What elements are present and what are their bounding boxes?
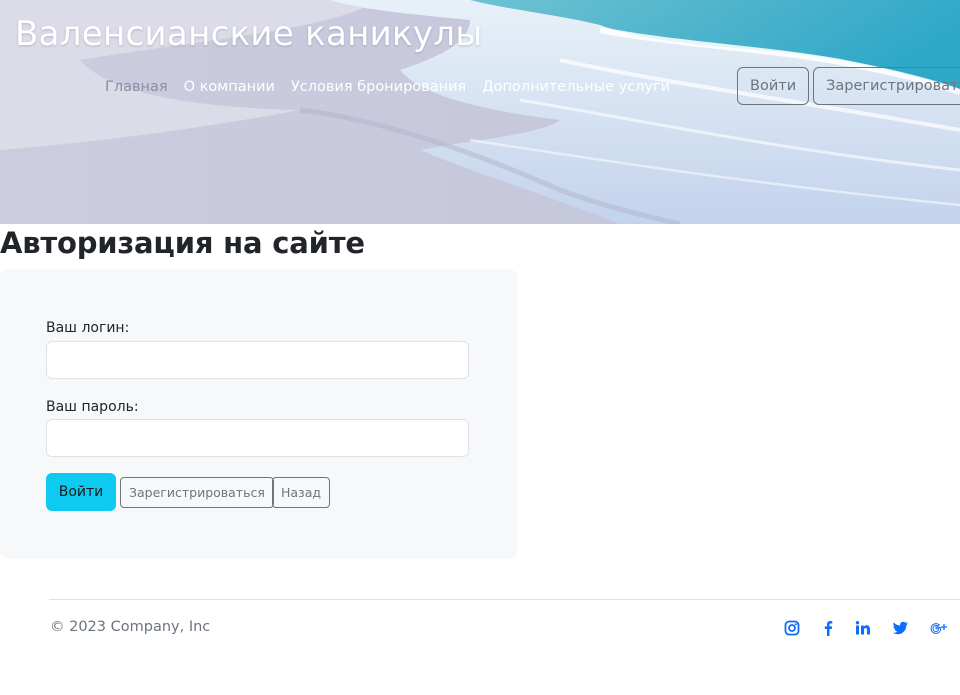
nav-item-extra-services[interactable]: Дополнительные услуги: [474, 76, 678, 98]
site-title: Валенсианские каникулы: [15, 14, 483, 54]
facebook-icon[interactable]: [822, 620, 840, 638]
nav-item-booking-terms[interactable]: Условия бронирования: [283, 76, 474, 98]
google-plus-icon[interactable]: [930, 620, 948, 638]
hero-header: Валенсианские каникулы Главная О компани…: [0, 0, 960, 224]
instagram-icon[interactable]: [784, 620, 802, 638]
nav-item-about[interactable]: О компании: [176, 76, 283, 98]
copyright-text: © 2023 Company, Inc: [50, 619, 211, 635]
footer-divider: [49, 599, 960, 600]
back-button[interactable]: Назад: [272, 477, 331, 508]
header-auth-buttons: Войти Зарегистрироваться: [737, 67, 960, 105]
login-field-label: Ваш логин:: [46, 320, 130, 336]
password-input[interactable]: [46, 419, 469, 457]
linkedin-icon[interactable]: [855, 620, 873, 638]
header-register-button[interactable]: Зарегистрироваться: [813, 67, 960, 105]
password-field-label: Ваш пароль:: [46, 399, 139, 415]
header-login-button[interactable]: Войти: [737, 67, 810, 105]
twitter-icon[interactable]: [892, 620, 910, 638]
main-nav: Главная О компании Условия бронирования …: [97, 76, 678, 98]
login-submit-button[interactable]: Войти: [46, 473, 116, 511]
page-title: Авторизация на сайте: [0, 226, 365, 260]
nav-item-home[interactable]: Главная: [97, 76, 176, 98]
login-input[interactable]: [46, 341, 469, 379]
login-form: Ваш логин: Ваш пароль: Войти Зарегистрир…: [0, 269, 517, 559]
register-button[interactable]: Зарегистрироваться: [120, 477, 274, 508]
